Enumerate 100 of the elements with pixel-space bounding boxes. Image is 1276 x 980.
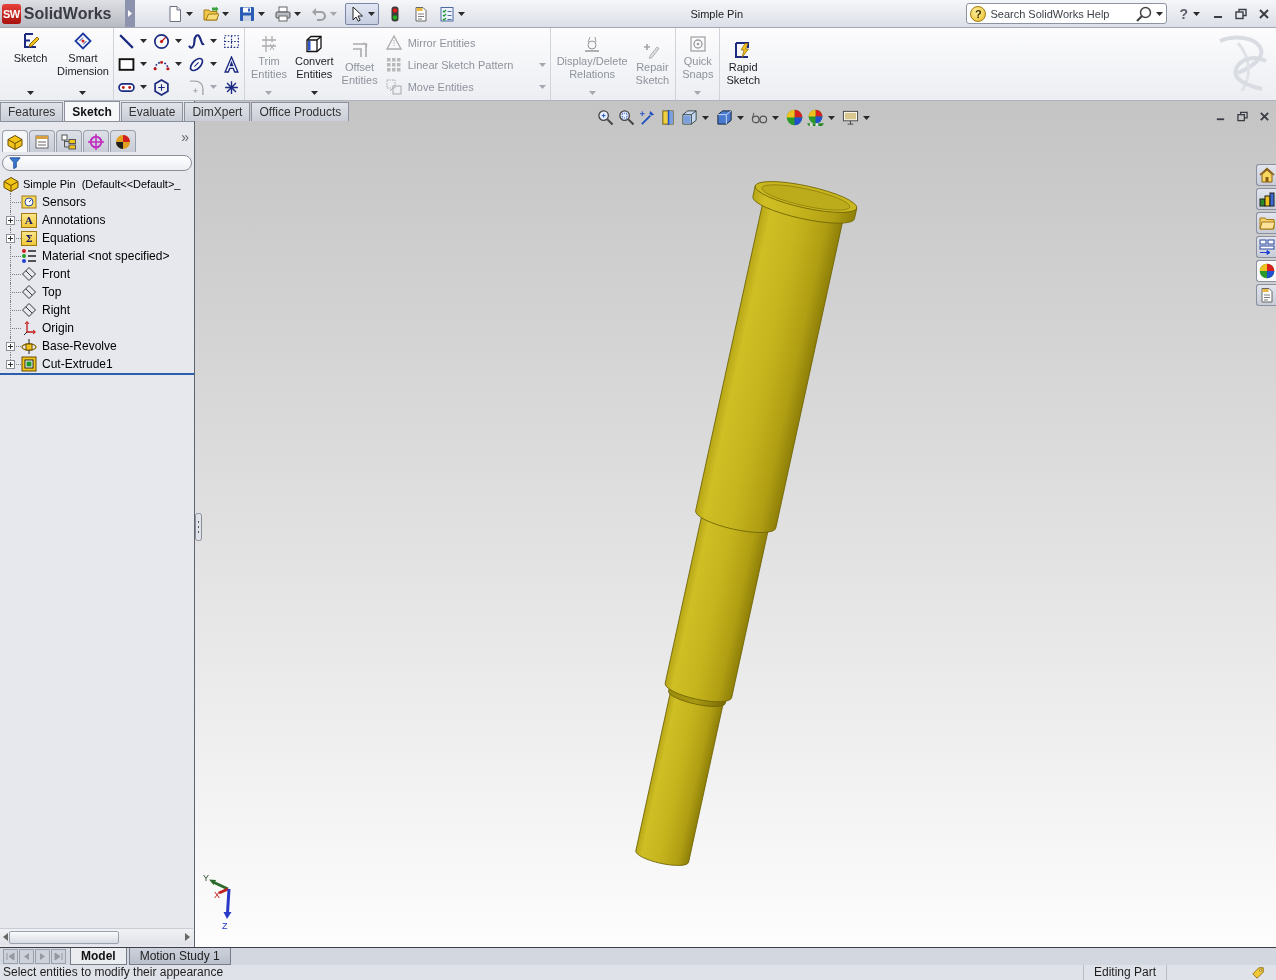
caret-icon xyxy=(1193,11,1200,16)
zoom-to-fit-icon[interactable] xyxy=(597,109,614,126)
command-tab[interactable]: Sketch xyxy=(64,101,120,121)
select-button[interactable] xyxy=(345,2,379,25)
section-view-icon[interactable] xyxy=(660,109,677,126)
rectangle-icon xyxy=(117,55,135,73)
previous-view-icon[interactable] xyxy=(639,109,656,126)
monitor-icon[interactable] xyxy=(842,109,859,126)
task-pane-tab[interactable] xyxy=(1256,188,1276,210)
document-tab[interactable]: Motion Study 1 xyxy=(128,948,231,965)
fillet-corner-icon xyxy=(187,78,205,96)
library-blocks-icon xyxy=(1259,191,1275,207)
window-title: Simple Pin xyxy=(689,7,744,20)
tree-item[interactable]: Top xyxy=(21,283,64,301)
caret-icon[interactable] xyxy=(863,115,870,120)
tree-item[interactable]: Cut-Extrude1 xyxy=(21,355,115,373)
dot-grid-icon xyxy=(385,57,402,73)
expand-plus-icon[interactable] xyxy=(6,216,15,225)
origin-axes-icon xyxy=(21,320,37,336)
scroll-right-icon[interactable] xyxy=(185,933,190,941)
configuration-tree-icon xyxy=(61,133,77,150)
document-tab[interactable]: Model xyxy=(70,948,127,965)
more-tabs-button[interactable]: » xyxy=(181,130,189,144)
property-manager-tab[interactable] xyxy=(29,130,55,152)
filter-funnel-icon xyxy=(9,157,21,169)
expand-plus-icon[interactable] xyxy=(6,360,15,369)
feature-tree-tab[interactable] xyxy=(2,130,28,152)
task-pane-tab[interactable] xyxy=(1256,164,1276,186)
expand-plus-icon[interactable] xyxy=(6,342,15,351)
task-pane-tab[interactable] xyxy=(1256,236,1276,258)
command-tab[interactable]: Evaluate xyxy=(120,102,184,121)
command-tab[interactable]: DimXpert xyxy=(184,102,251,121)
expand-plus-icon[interactable] xyxy=(6,234,15,243)
convert-entities-button[interactable]: Convert Entities xyxy=(291,29,338,99)
offset-lines-icon xyxy=(350,40,369,59)
caret-icon[interactable] xyxy=(828,115,835,120)
restore-icon[interactable] xyxy=(1237,111,1248,122)
plane-icon xyxy=(21,266,37,282)
scrollbar-thumb[interactable] xyxy=(9,930,119,944)
tree-item[interactable]: Material <not specified> xyxy=(21,247,172,265)
tree-item[interactable]: Right xyxy=(21,301,72,319)
part-blocks-icon xyxy=(3,176,19,192)
app-logo-text: SolidWorks xyxy=(23,4,112,23)
tree-item[interactable]: Front xyxy=(21,265,72,283)
status-message: Select entities to modify their appearance xyxy=(2,965,225,980)
dimxpert-tab[interactable] xyxy=(83,130,109,152)
folder-arrow-icon xyxy=(203,5,219,22)
text-tool-icon xyxy=(222,55,240,73)
document-lines-icon xyxy=(1259,287,1275,303)
tree-item[interactable]: Sensors xyxy=(21,193,89,211)
plane-icon xyxy=(21,284,37,300)
house-icon xyxy=(1259,167,1275,183)
sketch-pencil-icon xyxy=(21,32,40,50)
filter-field[interactable] xyxy=(2,155,192,171)
splitter-handle-icon[interactable] xyxy=(195,513,202,541)
snap-target-icon xyxy=(688,35,707,53)
equation-folder-icon: Σ xyxy=(21,230,37,246)
sketch-button[interactable]: Sketch xyxy=(6,29,55,99)
task-pane-tab[interactable] xyxy=(1256,284,1276,306)
dashed-grid-icon xyxy=(222,32,240,50)
help-menu-button[interactable]: ? xyxy=(1179,5,1200,22)
caret-icon[interactable] xyxy=(737,115,744,120)
hexagon-icon xyxy=(152,78,170,96)
point-star-icon xyxy=(222,78,240,96)
tag-icon[interactable] xyxy=(1251,965,1265,980)
search-input[interactable]: Search SolidWorks Help xyxy=(990,6,1133,21)
extrude-feature-icon xyxy=(21,356,37,372)
rapid-sketch-button[interactable]: Rapid Sketch xyxy=(722,29,764,99)
command-tab[interactable]: Office Products xyxy=(251,102,350,121)
search-field[interactable]: ? Search SolidWorks Help xyxy=(966,3,1168,24)
scene-ball-icon[interactable] xyxy=(807,109,824,126)
close-icon[interactable] xyxy=(1259,111,1270,122)
shaded-cube-icon[interactable] xyxy=(716,109,733,126)
cube-icon xyxy=(305,35,324,53)
sensor-gauge-icon xyxy=(21,194,37,210)
revolve-feature-icon xyxy=(21,338,37,354)
tree-item[interactable]: Σ Equations xyxy=(21,229,98,247)
appearance-ball-icon xyxy=(1259,263,1275,279)
task-pane-tab[interactable] xyxy=(1256,260,1276,282)
view-cube-icon[interactable] xyxy=(681,109,698,126)
display-manager-tab[interactable] xyxy=(110,130,136,152)
line-icon xyxy=(117,32,135,50)
caret-icon[interactable] xyxy=(772,115,779,120)
tree-item[interactable]: Origin xyxy=(21,319,76,337)
smart-dimension-button[interactable]: Smart Dimension xyxy=(55,29,111,99)
close-icon[interactable] xyxy=(1258,7,1270,20)
appearance-ball-icon[interactable] xyxy=(786,109,803,126)
spline-curve-icon xyxy=(187,32,205,50)
tree-item[interactable]: Base-Revolve xyxy=(21,337,119,355)
zoom-area-icon[interactable] xyxy=(618,109,635,126)
caret-icon[interactable] xyxy=(702,115,709,120)
trim-lines-icon xyxy=(260,35,278,53)
tree-root-item[interactable]: Simple Pin (Default<<Default>_ xyxy=(0,175,183,193)
configuration-tab[interactable] xyxy=(56,130,82,152)
caret-icon[interactable] xyxy=(1156,11,1164,16)
tree-item[interactable]: A Annotations xyxy=(21,211,108,229)
part-blocks-icon xyxy=(7,133,23,150)
search-icon[interactable] xyxy=(1136,5,1153,22)
command-tab[interactable]: Features xyxy=(0,102,64,121)
restore-icon[interactable] xyxy=(1235,7,1247,20)
